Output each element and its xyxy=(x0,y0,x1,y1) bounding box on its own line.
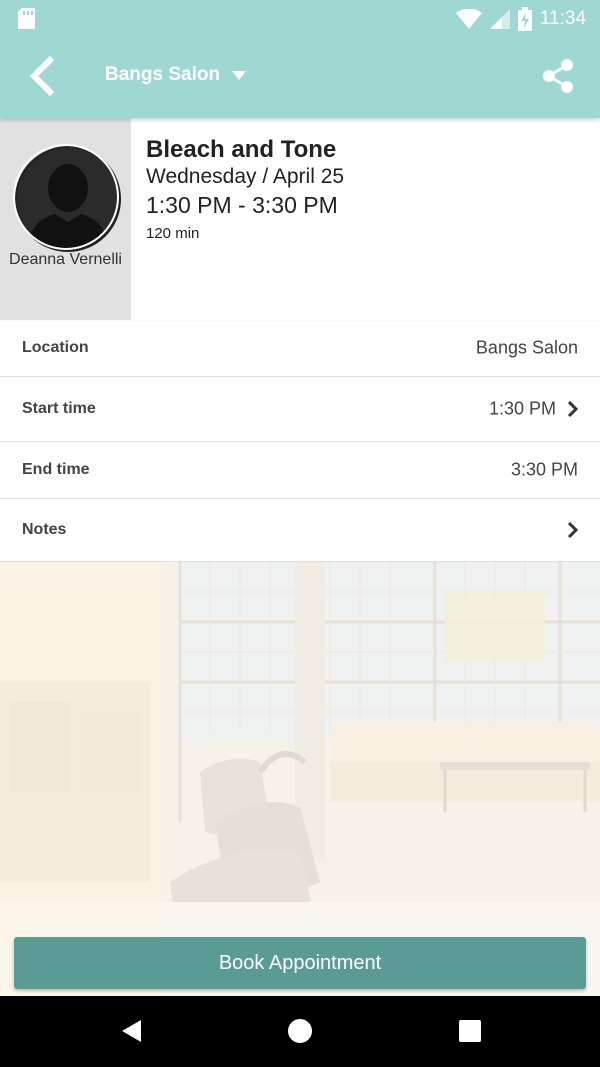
end-time-label: End time xyxy=(22,461,90,478)
avatar-ring xyxy=(13,144,119,250)
system-icons: 11:34 xyxy=(455,6,586,32)
nav-home-icon[interactable] xyxy=(285,1016,315,1046)
location-selector[interactable]: Bangs Salon xyxy=(105,64,247,86)
details-list: Location Bangs Salon Start time 1:30 PM … xyxy=(0,320,600,562)
appointment-time-range: 1:30 PM - 3:30 PM xyxy=(146,192,338,218)
share-icon[interactable] xyxy=(538,56,578,96)
end-time-row: End time 3:30 PM xyxy=(0,442,600,499)
appointment-duration: 120 min xyxy=(146,225,200,242)
notes-row[interactable]: Notes xyxy=(0,499,600,562)
status-bar: 11:34 xyxy=(0,0,600,38)
appointment-date: Wednesday / April 25 xyxy=(146,165,345,188)
notes-label: Notes xyxy=(22,521,67,538)
book-appointment-button[interactable]: Book Appointment xyxy=(14,937,586,989)
system-nav-bar xyxy=(0,996,600,1067)
service-title: Bleach and Tone xyxy=(146,136,337,163)
app-title: Bangs Salon xyxy=(105,64,221,85)
chevron-right-icon xyxy=(567,400,579,418)
staff-name: Deanna Vernelli xyxy=(9,251,122,268)
wifi-icon xyxy=(455,9,482,29)
start-time-row[interactable]: Start time 1:30 PM xyxy=(0,377,600,442)
top-bar: 11:34 Bangs Salon xyxy=(0,0,600,118)
nav-recents-icon[interactable] xyxy=(455,1016,485,1046)
location-label: Location xyxy=(22,339,89,356)
nav-back-icon[interactable] xyxy=(117,1016,147,1046)
signal-icon xyxy=(489,9,510,29)
chevron-right-icon xyxy=(567,521,579,539)
start-time-label: Start time xyxy=(22,400,96,417)
sd-card-icon xyxy=(18,8,35,29)
end-time-value: 3:30 PM xyxy=(510,459,578,480)
location-value: Bangs Salon xyxy=(475,337,578,358)
staff-panel[interactable]: Deanna Vernelli xyxy=(0,118,131,320)
salon-interior-illustration xyxy=(0,562,600,996)
start-time-value: 1:30 PM xyxy=(488,398,556,419)
battery-charging-icon xyxy=(517,7,532,31)
caret-down-icon xyxy=(232,70,247,80)
location-row: Location Bangs Salon xyxy=(0,320,600,377)
app-bar: Bangs Salon xyxy=(0,38,600,118)
salon-background-image xyxy=(0,562,600,996)
clock: 11:34 xyxy=(539,8,586,29)
back-chevron-icon[interactable] xyxy=(22,56,62,96)
